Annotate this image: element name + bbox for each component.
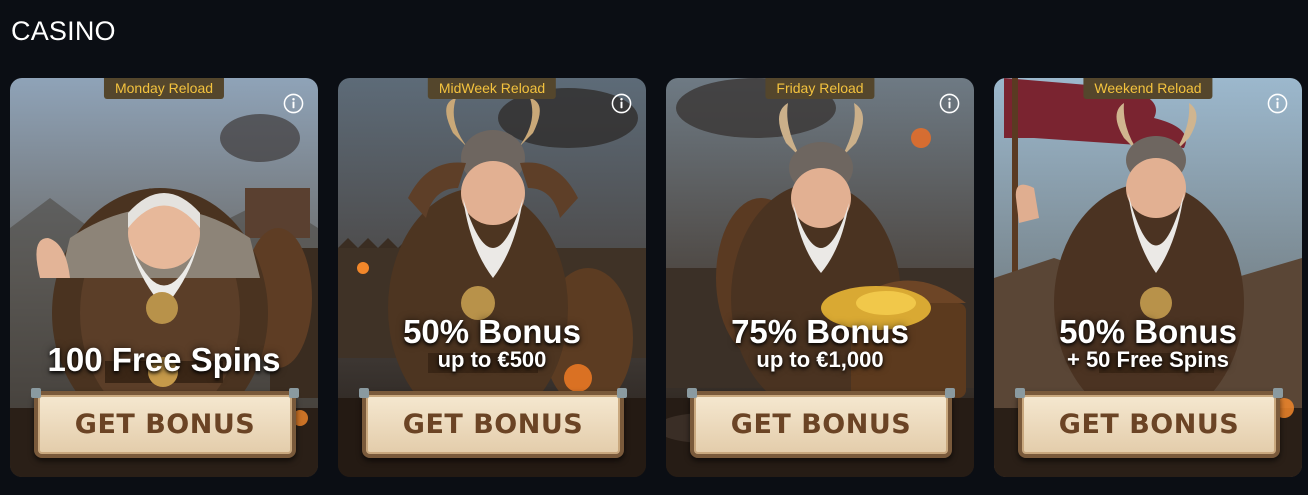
promo-card-friday[interactable]: Friday Reload 75% Bonus up to €1,000 GET… [666,78,974,477]
get-bonus-button[interactable]: GET BONUS [1015,388,1283,458]
promo-card-weekend[interactable]: Weekend Reload 50% Bonus + 50 Free Spins… [994,78,1302,477]
get-bonus-button[interactable]: GET BONUS [687,388,955,458]
offer-subline: up to €500 [437,347,547,372]
info-circle-icon[interactable] [611,93,632,114]
promo-card-monday[interactable]: Monday Reload 100 Free Spins GET BONUS [10,78,318,477]
promo-tag: Monday Reload [103,78,225,99]
get-bonus-button[interactable]: GET BONUS [359,388,627,458]
section-title: CASINO [11,16,116,46]
promo-tag: Weekend Reload [1083,78,1213,99]
info-circle-icon[interactable] [283,93,304,114]
offer-headline: 100 Free Spins [47,341,281,378]
info-circle-icon[interactable] [939,93,960,114]
offer-subline: + 50 Free Spins [1066,347,1230,372]
promo-card-list: Monday Reload 100 Free Spins GET BONUS M… [10,78,1302,477]
promo-tag: Friday Reload [765,78,875,99]
info-circle-icon[interactable] [1267,93,1288,114]
get-bonus-button[interactable]: GET BONUS [31,388,299,458]
promo-tag: MidWeek Reload [427,78,557,99]
promo-card-midweek[interactable]: MidWeek Reload 50% Bonus up to €500 GET … [338,78,646,477]
offer-subline: up to €1,000 [756,347,884,372]
